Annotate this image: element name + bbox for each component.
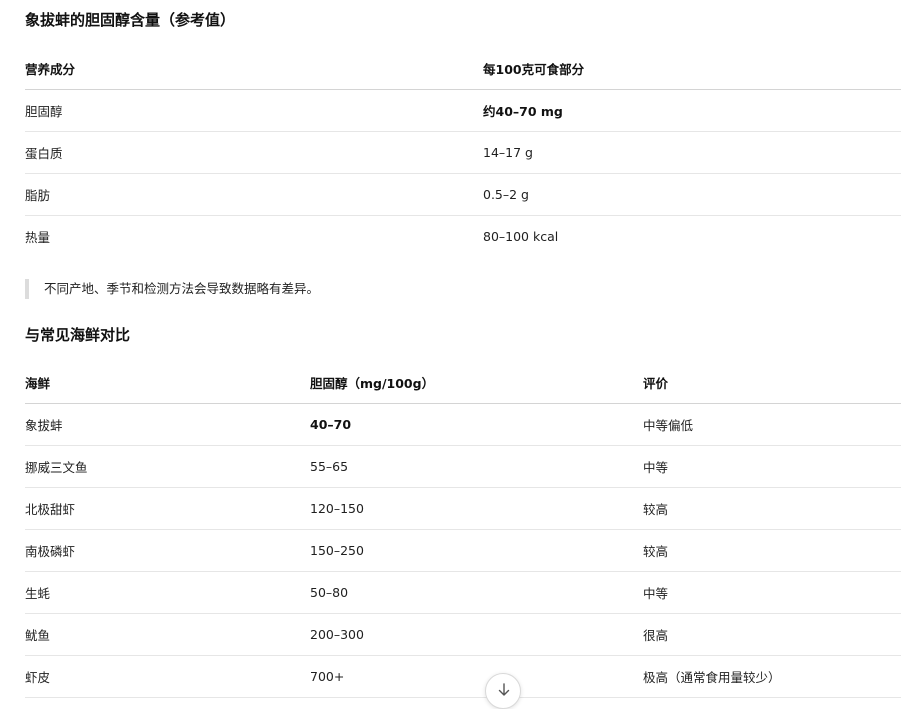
nutrient-name: 热量: [25, 229, 51, 245]
column-header-rating: 评价: [643, 362, 901, 404]
seafood-comparison-table: 海鲜 胆固醇（mg/100g） 评价 象拔蚌 40–70 中等偏低 挪威三文鱼 …: [25, 362, 901, 698]
section-title-cholesterol: 象拔蚌的胆固醇含量（参考值）: [25, 11, 236, 29]
rating-text: 较高: [643, 487, 901, 530]
scroll-to-bottom-button[interactable]: [485, 673, 521, 709]
seafood-name: 生蚝: [25, 571, 310, 614]
nutrient-value: 80–100 kcal: [483, 228, 559, 244]
nutrient-value: 14–17 g: [483, 131, 901, 174]
table-row: 虾皮 700+ 极高（通常食用量较少）: [25, 655, 901, 698]
nutrition-table: 营养成分 每100克可食部分 胆固醇 约40–70 mg 蛋白质 14–17 g…: [25, 48, 901, 257]
column-header-per-100g: 每100克可食部分: [483, 48, 901, 90]
table-row: 脂肪 0.5–2 g: [25, 173, 901, 216]
rating-text: 很高: [643, 613, 901, 656]
section-title-comparison: 与常见海鲜对比: [25, 326, 131, 344]
cholesterol-value: 150–250: [310, 529, 643, 572]
table-row: 象拔蚌 40–70 中等偏低: [25, 403, 901, 446]
nutrient-name: 胆固醇: [25, 89, 483, 132]
seafood-name: 鱿鱼: [25, 613, 310, 656]
rating-text: 较高: [643, 529, 901, 572]
seafood-name: 南极磷虾: [25, 529, 310, 572]
cholesterol-value: 40–70: [310, 403, 643, 446]
table-row: 北极甜虾 120–150 较高: [25, 487, 901, 530]
blockquote-note: 不同产地、季节和检测方法会导致数据略有差异。: [25, 279, 319, 299]
table-row: 南极磷虾 150–250 较高: [25, 529, 901, 572]
seafood-name: 挪威三文鱼: [25, 445, 310, 488]
cholesterol-value: 50–80: [310, 571, 643, 614]
column-header-seafood: 海鲜: [25, 362, 310, 404]
rating-text: 中等: [643, 571, 901, 614]
table-header-row: 营养成分 每100克可食部分: [25, 48, 901, 90]
cholesterol-value: 120–150: [310, 487, 643, 530]
seafood-name: 象拔蚌: [25, 403, 310, 446]
nutrient-value: 约40–70 mg: [483, 89, 901, 132]
cholesterol-value: 200–300: [310, 613, 643, 656]
column-header-nutrient: 营养成分: [25, 48, 483, 90]
table-header-row: 海鲜 胆固醇（mg/100g） 评价: [25, 362, 901, 404]
cholesterol-value: 700+: [310, 655, 643, 698]
table-row: 生蚝 50–80 中等: [25, 571, 901, 614]
seafood-name: 虾皮: [25, 655, 310, 698]
nutrient-name: 脂肪: [25, 173, 483, 216]
table-row: 蛋白质 14–17 g: [25, 131, 901, 174]
table-row: 挪威三文鱼 55–65 中等: [25, 445, 901, 488]
table-row: 热量 80–100 kcal: [25, 215, 901, 257]
seafood-name: 北极甜虾: [25, 487, 310, 530]
nutrient-name: 蛋白质: [25, 131, 483, 174]
rating-text: 极高（通常食用量较少）: [643, 655, 901, 698]
nutrient-value: 0.5–2 g: [483, 173, 901, 216]
table-row: 鱿鱼 200–300 很高: [25, 613, 901, 656]
column-header-cholesterol: 胆固醇（mg/100g）: [310, 362, 643, 404]
rating-text: 中等偏低: [643, 403, 901, 446]
rating-text: 中等: [643, 445, 901, 488]
cholesterol-value: 55–65: [310, 445, 643, 488]
table-row: 胆固醇 约40–70 mg: [25, 89, 901, 132]
